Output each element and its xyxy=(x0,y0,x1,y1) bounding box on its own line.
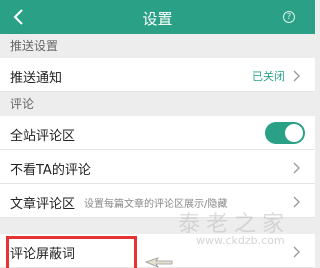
pointer-arrow-icon xyxy=(144,257,173,268)
push-notification-label: 推送通知 xyxy=(10,71,63,86)
site-comment-toggle[interactable] xyxy=(265,122,305,144)
block-ta-comments-label: 不看TA的评论 xyxy=(10,163,91,178)
chevron-right-icon xyxy=(293,70,300,82)
block-ta-comments-row[interactable]: 不看TA的评论 xyxy=(0,150,315,184)
title-bar: 设置 ? xyxy=(0,0,315,34)
toggle-knob xyxy=(285,124,303,142)
page-title: 设置 xyxy=(142,10,173,28)
chevron-right-icon xyxy=(293,162,300,174)
highlight-box xyxy=(6,236,137,268)
push-notification-status: 已关闭 xyxy=(252,70,285,83)
chevron-right-icon xyxy=(293,196,300,208)
section-comment-header: 评论 xyxy=(0,92,315,116)
watermark-url: www.ckdzb.com xyxy=(196,234,285,247)
section-push-header: 推送设置 xyxy=(0,34,315,58)
chevron-right-icon xyxy=(293,246,300,258)
site-comment-row: 全站评论区 xyxy=(0,116,315,150)
site-comment-label: 全站评论区 xyxy=(10,129,76,144)
article-comment-label: 文章评论区 xyxy=(10,197,76,212)
help-icon[interactable]: ? xyxy=(283,11,295,23)
push-notification-row[interactable]: 推送通知 已关闭 xyxy=(0,58,315,92)
